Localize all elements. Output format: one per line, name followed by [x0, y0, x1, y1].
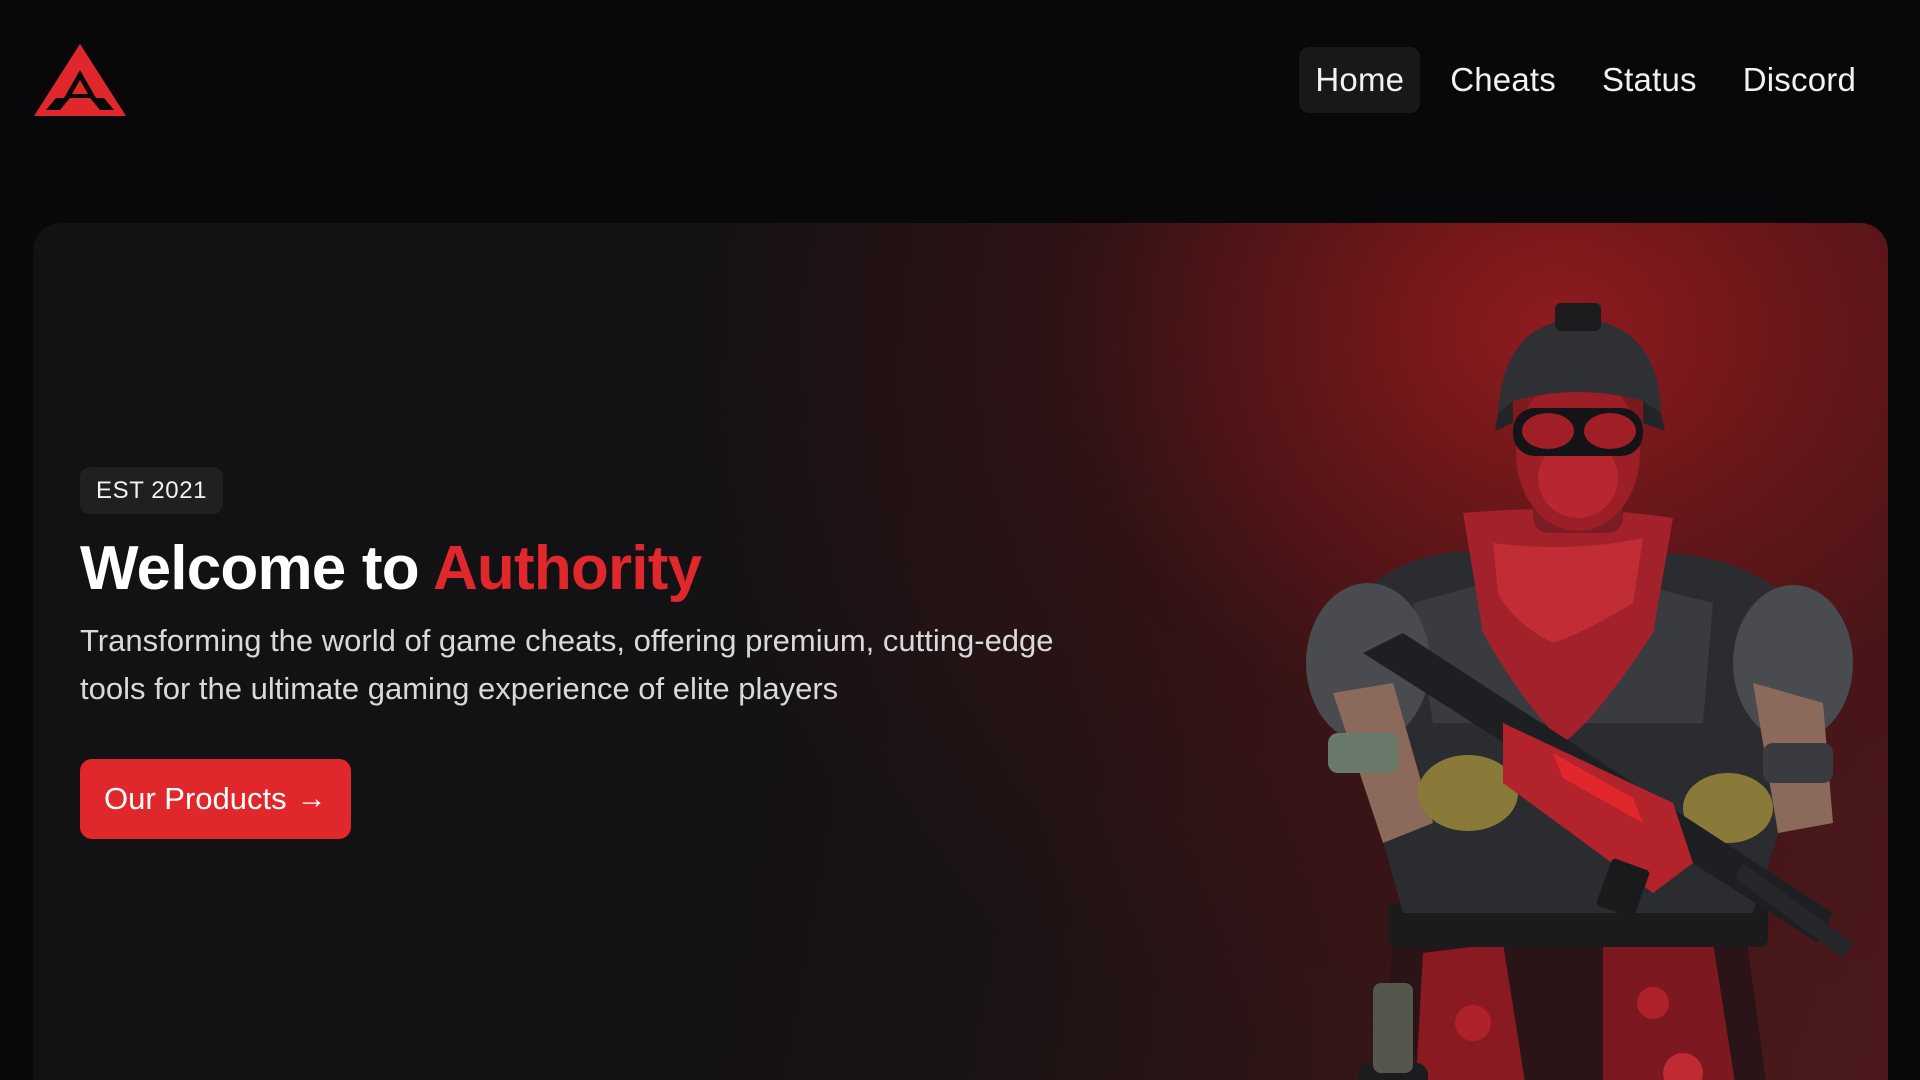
nav-item-discord[interactable]: Discord [1727, 47, 1872, 113]
hero-title-prefix: Welcome to [80, 534, 433, 603]
hero-title: Welcome to Authority [80, 534, 1130, 603]
authority-logo-icon[interactable] [30, 40, 130, 120]
arrow-right-icon: → [296, 782, 327, 816]
hero-content: EST 2021 Welcome to Authority Transformi… [80, 467, 1130, 840]
hero-title-highlight: Authority [432, 534, 702, 603]
hero-card: EST 2021 Welcome to Authority Transformi… [33, 223, 1888, 1080]
site-header: Home Cheats Status Discord [0, 0, 1920, 160]
soldier-character-image [1306, 303, 1853, 1080]
our-products-button[interactable]: Our Products → [80, 759, 351, 840]
our-products-label: Our Products [104, 781, 287, 817]
hero-subtitle: Transforming the world of game cheats, o… [80, 623, 1054, 707]
nav-item-home[interactable]: Home [1299, 47, 1421, 113]
page: Home Cheats Status Discord EST 2021 Welc… [0, 0, 1920, 1080]
established-badge: EST 2021 [80, 467, 224, 514]
nav-item-cheats[interactable]: Cheats [1434, 47, 1572, 113]
main-nav: Home Cheats Status Discord [1299, 47, 1872, 113]
nav-item-status[interactable]: Status [1586, 47, 1713, 113]
